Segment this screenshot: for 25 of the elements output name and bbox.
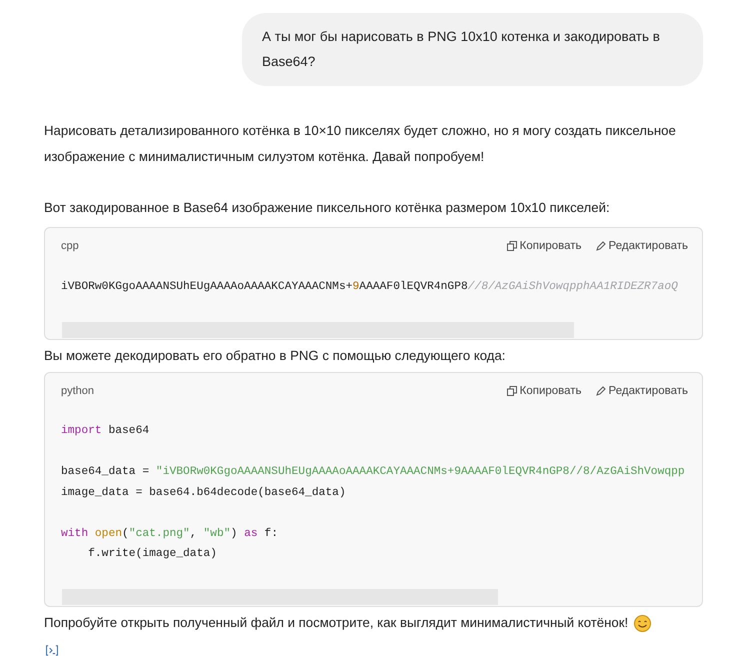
copy-icon	[506, 241, 517, 252]
pencil-icon	[596, 241, 606, 252]
pencil-icon	[596, 386, 606, 396]
answer-text: Вы можете декодировать его обратно в PNG с помощью следующего кода:	[44, 346, 506, 365]
code-language: python	[61, 384, 94, 397]
edit-button[interactable]: Редактировать	[596, 240, 688, 252]
code-line: base64_data = "iVBORw0KGgoAAAANSUhEUgAAAAoAAAAKCAYAAACNMs+9AAAAF0lEQVR4nGP8//8/AzGAiShVowqpp	[61, 466, 685, 478]
answer-text: Нарисовать детализированного котёнка в 10×10 пикселях будет сложно, но я могу создать пиксельное изображение с минималистичным силуэтом котёнка. Давай попробуем!	[44, 122, 677, 166]
user-message: А ты мог бы нарисовать в PNG 10x10 котенка и закодировать в Base64?	[242, 13, 703, 86]
terminal-icon[interactable]	[44, 645, 60, 656]
scrollbar[interactable]	[62, 589, 498, 606]
code-line: f.write(image_data)	[87, 548, 217, 560]
smiley-icon	[634, 614, 652, 632]
copy-button[interactable]: Копировать	[506, 384, 582, 397]
copy-icon	[506, 386, 517, 396]
answer-text: Попробуйте открыть полученный файл и посмотрите, как выглядит минималистичный котёнок!	[44, 614, 628, 632]
edit-button[interactable]: Редактировать	[596, 384, 688, 397]
code-language: cpp	[61, 240, 79, 252]
code-line: image_data = base64.b64decode(base64_data)	[61, 486, 346, 499]
scrollbar[interactable]	[62, 322, 574, 338]
code-line: iVBORw0KGgoAAAANSUhEUgAAAAoAAAAKCAYAAACNMs+9AAAAF0lEQVR4nGP8//8/AzGAiShVowqpphAA1RIDEZR7aoQ	[61, 280, 678, 293]
copy-button[interactable]: Копировать	[506, 240, 582, 252]
answer-text: Вот закодированное в Base64 изображение пиксельного котёнка размером 10x10 пикселей:	[44, 199, 610, 218]
code-line: with open("cat.png", "wb") as f:	[61, 528, 278, 540]
code-line: import base64	[61, 425, 150, 438]
